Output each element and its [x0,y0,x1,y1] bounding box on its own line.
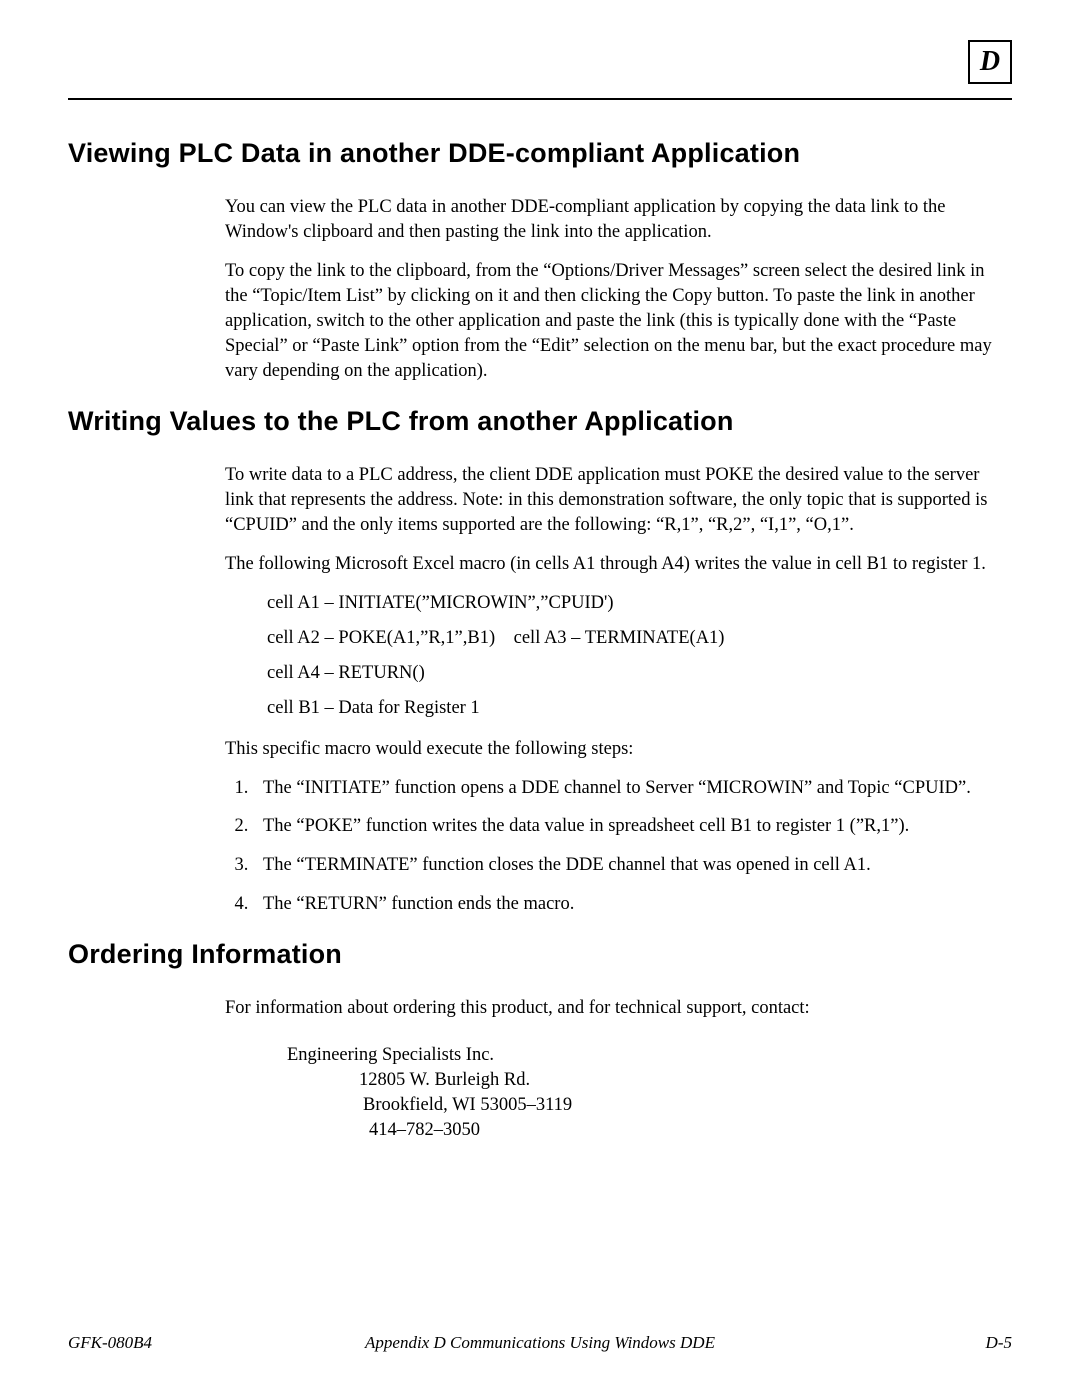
macro-block: cell A1 – INITIATE(”MICROWIN”,”CPUID') c… [267,591,994,721]
address-phone: 414–782–3050 [369,1118,994,1143]
macro-steps-list: The “INITIATE” function opens a DDE chan… [225,776,994,918]
paragraph: For information about ordering this prod… [225,996,994,1021]
list-item: The “POKE” function writes the data valu… [253,814,994,839]
appendix-letter-box: D [968,40,1012,84]
heading-viewing-plc-data: Viewing PLC Data in another DDE-complian… [68,138,1012,169]
address-city: Brookfield, WI 53005–3119 [363,1093,994,1118]
address-street: 12805 W. Burleigh Rd. [359,1068,994,1093]
paragraph: To copy the link to the clipboard, from … [225,259,994,384]
macro-line: cell B1 – Data for Register 1 [267,696,994,721]
section-ordering-information: For information about ordering this prod… [225,996,994,1143]
macro-line: cell A1 – INITIATE(”MICROWIN”,”CPUID') [267,591,994,616]
contact-address: Engineering Specialists Inc. 12805 W. Bu… [287,1043,994,1143]
paragraph: You can view the PLC data in another DDE… [225,195,994,245]
section-viewing-plc-data: You can view the PLC data in another DDE… [225,195,994,384]
footer-appendix-title: Appendix D Communications Using Windows … [68,1333,1012,1353]
list-item: The “TERMINATE” function closes the DDE … [253,853,994,878]
heading-writing-values: Writing Values to the PLC from another A… [68,406,1012,437]
footer-page-number: D-5 [986,1333,1012,1353]
heading-ordering-information: Ordering Information [68,939,1012,970]
list-item: The “INITIATE” function opens a DDE chan… [253,776,994,801]
paragraph: This specific macro would execute the fo… [225,737,994,762]
footer-doc-id: GFK-080B4 [68,1333,152,1353]
section-writing-values: To write data to a PLC address, the clie… [225,463,994,918]
paragraph: To write data to a PLC address, the clie… [225,463,994,538]
address-name: Engineering Specialists Inc. [287,1043,994,1068]
page: D Viewing PLC Data in another DDE-compli… [0,0,1080,1397]
header-rule [68,98,1012,100]
appendix-letter: D [980,46,1000,77]
macro-line: cell A2 – POKE(A1,”R,1”,B1) cell A3 – TE… [267,626,994,651]
page-footer: GFK-080B4 Appendix D Communications Usin… [68,1333,1012,1353]
list-item: The “RETURN” function ends the macro. [253,892,994,917]
paragraph: The following Microsoft Excel macro (in … [225,552,994,577]
macro-line: cell A4 – RETURN() [267,661,994,686]
